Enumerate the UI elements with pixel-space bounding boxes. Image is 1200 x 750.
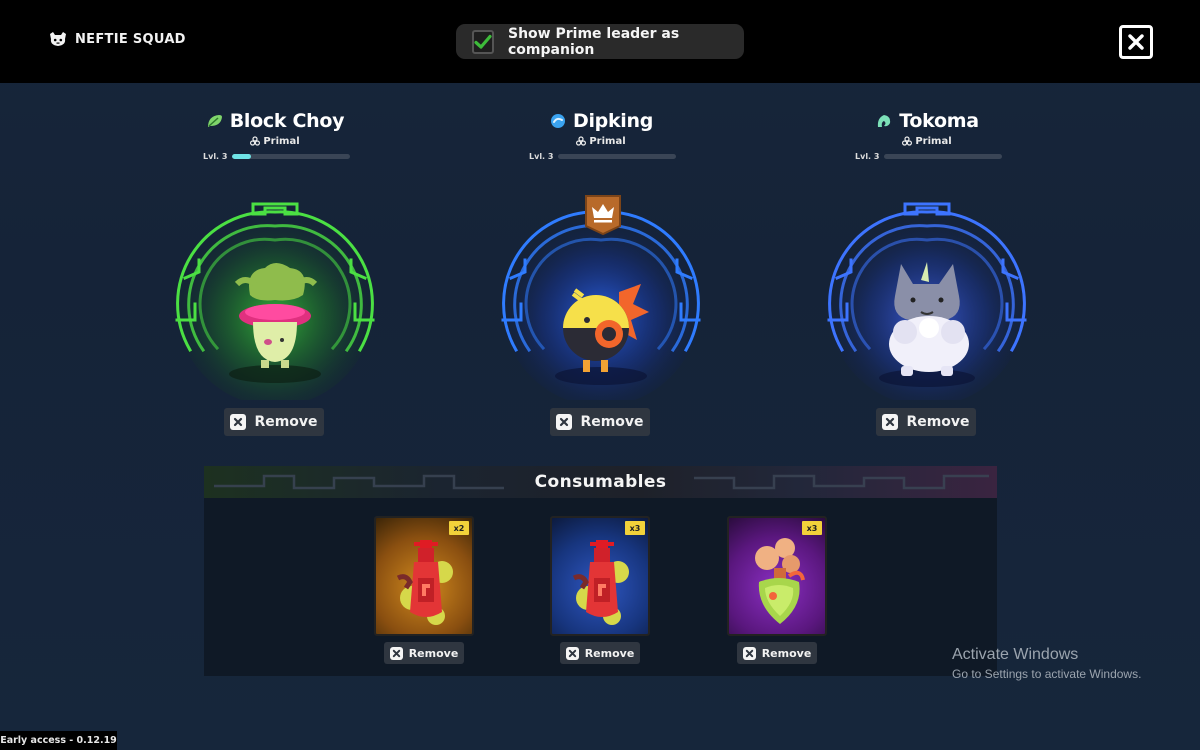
show-prime-leader-label: Show Prime leader as companion: [508, 25, 680, 58]
primal-icon: [250, 136, 261, 146]
water-icon: [550, 114, 565, 128]
consumable-item: x3 Remove: [550, 516, 650, 664]
close-icon: [742, 646, 756, 660]
close-icon: [389, 646, 403, 660]
remove-label: Remove: [254, 414, 318, 430]
companion-type: Primal: [165, 134, 385, 148]
leader-crown-badge: [585, 195, 621, 236]
consumable-tile[interactable]: x3: [727, 516, 827, 636]
level-progress-bar: [884, 154, 1003, 159]
consumables-title: Consumables: [534, 472, 667, 492]
companion-type-label: Primal: [589, 135, 626, 147]
level-progress-fill: [232, 154, 252, 159]
green-potion-icon: [755, 538, 805, 624]
top-bar: NEFTIE SQUAD Show Prime leader as compan…: [0, 0, 1200, 83]
checkmark-icon: [474, 34, 492, 49]
primal-icon: [902, 136, 913, 146]
companion-portal: [175, 202, 375, 400]
companion-name: Block Choy: [229, 110, 345, 132]
level-label: Lvl. 3: [203, 152, 228, 161]
activate-windows-watermark: Activate Windows Go to Settings to activ…: [952, 646, 1141, 681]
remove-companion-button[interactable]: Remove: [550, 408, 650, 436]
level-label: Lvl. 3: [529, 152, 554, 161]
companion-portal: [827, 202, 1027, 400]
remove-label: Remove: [580, 414, 644, 430]
remove-companion-button[interactable]: Remove: [876, 408, 976, 436]
show-prime-leader-checkbox[interactable]: [472, 29, 494, 54]
companion-header: Dipking: [491, 108, 711, 134]
companion-type-label: Primal: [915, 135, 952, 147]
remove-consumable-button[interactable]: Remove: [384, 642, 464, 664]
remove-label: Remove: [906, 414, 970, 430]
consumable-tile[interactable]: x3: [550, 516, 650, 636]
close-icon: [882, 414, 899, 430]
spirit-icon: [878, 115, 891, 127]
neftie-face-icon: [50, 32, 66, 46]
companion-type-label: Primal: [263, 135, 300, 147]
remove-consumable-button[interactable]: Remove: [560, 642, 640, 664]
quantity-badge: x3: [802, 521, 822, 535]
remove-consumable-button[interactable]: Remove: [737, 642, 817, 664]
remove-label: Remove: [408, 646, 459, 660]
level-progress-bar: [232, 154, 351, 159]
remove-label: Remove: [584, 646, 635, 660]
quantity-badge: x3: [625, 521, 645, 535]
red-potion-icon: [396, 540, 453, 625]
consumable-item: x3 Remove: [727, 516, 827, 664]
companion-card-dipking: Dipking Primal Lvl. 3 Remove: [491, 108, 711, 440]
companion-name: Dipking: [572, 110, 654, 132]
quantity-badge: x2: [449, 521, 469, 535]
consumables-header: Consumables: [204, 466, 997, 498]
show-prime-leader-toggle[interactable]: Show Prime leader as companion: [456, 24, 744, 59]
companion-header: Block Choy: [165, 108, 385, 134]
companion-type: Primal: [817, 134, 1037, 148]
companion-level: Lvl. 3: [203, 152, 351, 161]
leaf-icon: [207, 115, 222, 127]
companion-card-block-choy: Block Choy Primal Lvl. 3 Remove: [165, 108, 385, 440]
watermark-subtitle: Go to Settings to activate Windows.: [952, 667, 1142, 681]
companion-card-tokoma: Tokoma Primal Lvl. 3 Remove: [817, 108, 1037, 440]
close-icon: [565, 646, 579, 660]
close-button[interactable]: [1119, 25, 1153, 59]
close-icon: [556, 414, 573, 430]
level-label: Lvl. 3: [855, 152, 880, 161]
level-progress-bar: [558, 154, 677, 159]
companion-level: Lvl. 3: [855, 152, 1003, 161]
red-potion-icon: [572, 540, 629, 625]
close-icon: [1128, 34, 1144, 50]
consumable-item: x2 Remove: [374, 516, 474, 664]
companion-level: Lvl. 3: [529, 152, 677, 161]
close-icon: [230, 414, 247, 430]
brand-title: NEFTIE SQUAD: [75, 31, 186, 47]
version-label: Early access - 0.12.19: [0, 731, 117, 750]
remove-label: Remove: [761, 646, 812, 660]
remove-companion-button[interactable]: Remove: [224, 408, 324, 436]
companion-header: Tokoma: [817, 108, 1037, 134]
companion-name: Tokoma: [899, 110, 979, 132]
brand: NEFTIE SQUAD: [48, 31, 186, 47]
watermark-title: Activate Windows: [952, 646, 1079, 663]
consumable-tile[interactable]: x2: [374, 516, 474, 636]
primal-icon: [576, 136, 587, 146]
companion-type: Primal: [491, 134, 711, 148]
